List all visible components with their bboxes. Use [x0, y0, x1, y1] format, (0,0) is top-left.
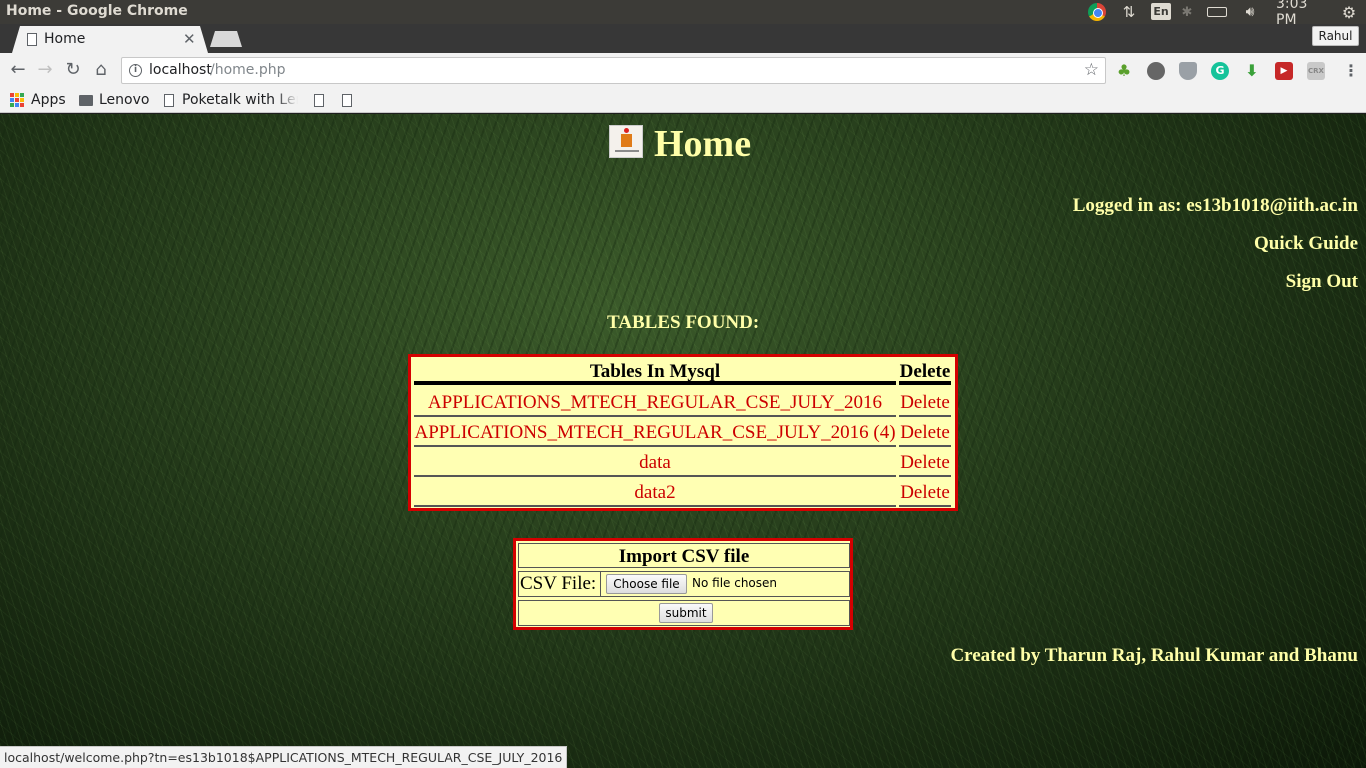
page-icon [342, 93, 352, 107]
choose-file-button[interactable]: Choose file [606, 574, 687, 594]
clock[interactable]: 3:03 PM [1276, 0, 1332, 28]
ghostery-icon[interactable]: ▶ [1275, 62, 1293, 80]
info-icon[interactable]: i [129, 64, 142, 77]
bookmark-apps[interactable]: Apps [10, 90, 66, 110]
no-file-chosen-text: No file chosen [692, 576, 778, 590]
bookmark-lenovo-label: Lenovo [99, 92, 150, 108]
table-row: data2 Delete [411, 479, 955, 509]
delete-link[interactable]: Delete [899, 479, 951, 507]
bookmark-page-1[interactable] [314, 90, 332, 110]
bookmarks-bar: Apps Lenovo Poketalk with Lenovo [0, 88, 1366, 113]
page-icon [314, 93, 324, 107]
csv-file-label: CSV File: [520, 572, 601, 596]
menu-kebab-icon[interactable]: ⋮ [1343, 61, 1359, 80]
table-row: data Delete [411, 449, 955, 479]
table-name-link[interactable]: data2 [414, 479, 896, 507]
table-name-link[interactable]: APPLICATIONS_MTECH_REGULAR_CSE_JULY_2016 [414, 389, 896, 417]
import-csv-heading: Import CSV file [518, 543, 850, 568]
shield-icon[interactable] [1179, 62, 1197, 80]
forward-arrow-icon[interactable]: → [33, 59, 57, 83]
bookmark-lenovo[interactable]: Lenovo [79, 90, 149, 110]
tab-home[interactable]: Home ✕ [12, 26, 208, 53]
table-name-link[interactable]: data [414, 449, 896, 477]
logged-in-text: Logged in as: es13b1018@iith.ac.in [1072, 195, 1358, 216]
new-tab-button[interactable] [210, 31, 242, 47]
url-host: localhost [149, 62, 212, 78]
download-icon[interactable]: ⬇ [1243, 62, 1261, 80]
table-name-link[interactable]: APPLICATIONS_MTECH_REGULAR_CSE_JULY_2016… [414, 419, 896, 447]
volume-icon[interactable]: 🔊︎ [1240, 2, 1260, 22]
reload-icon[interactable]: ↻ [61, 59, 85, 83]
column-header-delete: Delete [899, 359, 951, 385]
delete-link[interactable]: Delete [899, 449, 951, 477]
bookmark-poketalk-label: Poketalk with Lenovo [182, 92, 298, 108]
column-header-tables: Tables In Mysql [414, 359, 896, 385]
system-gear-icon[interactable]: ⚙ [1340, 2, 1358, 22]
bluetooth-icon[interactable]: ✱ [1180, 2, 1194, 22]
address-bar[interactable]: i localhost /home.php ☆ [121, 57, 1106, 84]
delete-link[interactable]: Delete [899, 389, 951, 417]
close-tab-icon[interactable]: ✕ [183, 30, 196, 48]
submit-button[interactable]: submit [659, 603, 713, 623]
folder-icon [79, 94, 93, 106]
sign-out-link[interactable]: Sign Out [1286, 271, 1358, 293]
globe-icon[interactable] [1147, 62, 1165, 80]
page-title: Home [654, 123, 752, 165]
credits-footer: Created by Tharun Raj, Rahul Kumar and B… [950, 645, 1358, 666]
leaf-icon[interactable]: ♣ [1115, 62, 1133, 80]
bookmark-star-icon[interactable]: ☆ [1084, 60, 1099, 80]
bookmark-poketalk[interactable]: Poketalk with Lenovo [164, 90, 298, 110]
table-row: APPLICATIONS_MTECH_REGULAR_CSE_JULY_2016… [411, 419, 955, 449]
quick-guide-link[interactable]: Quick Guide [1254, 233, 1358, 255]
status-url-bubble: localhost/welcome.php?tn=es13b1018$APPLI… [0, 746, 568, 768]
home-icon[interactable]: ⌂ [89, 59, 113, 83]
battery-icon[interactable] [1206, 2, 1228, 22]
apps-grid-icon [10, 93, 24, 107]
submit-row: submit [518, 600, 850, 626]
chrome-tray-icon[interactable] [1087, 2, 1107, 22]
keyboard-language-indicator[interactable]: En [1151, 3, 1171, 20]
page-icon [164, 93, 174, 107]
table-row: APPLICATIONS_MTECH_REGULAR_CSE_JULY_2016… [411, 389, 955, 419]
crx-icon[interactable]: CRX [1307, 62, 1325, 80]
bookmark-page-2[interactable] [342, 90, 360, 110]
site-logo [609, 125, 643, 158]
bookmark-apps-label: Apps [31, 92, 66, 108]
back-arrow-icon[interactable]: ← [6, 59, 30, 83]
page-content: Home Logged in as: es13b1018@iith.ac.in … [0, 114, 1366, 768]
import-csv-form: Import CSV file CSV File: Choose file No… [513, 538, 853, 630]
tables-table: Tables In Mysql Delete APPLICATIONS_MTEC… [408, 354, 958, 511]
page-icon [27, 33, 37, 46]
delete-link[interactable]: Delete [899, 419, 951, 447]
profile-button[interactable]: Rahul [1312, 26, 1359, 46]
network-icon[interactable]: ⇅ [1119, 2, 1139, 22]
window-title: Home - Google Chrome [6, 3, 188, 19]
tab-title: Home [44, 31, 86, 47]
url-path: /home.php [210, 62, 286, 78]
browser-toolbar: ← → ↻ ⌂ i localhost /home.php ☆ ♣ G ⬇ ▶ … [0, 53, 1366, 88]
csv-file-row: CSV File: Choose file No file chosen [518, 571, 850, 597]
os-title-bar: Home - Google Chrome ⇅ En ✱ 🔊︎ 3:03 PM ⚙ [0, 0, 1366, 28]
grammarly-icon[interactable]: G [1211, 62, 1229, 80]
tab-strip: Home ✕ Rahul [0, 24, 1366, 53]
tables-found-heading: TABLES FOUND: [607, 312, 760, 333]
